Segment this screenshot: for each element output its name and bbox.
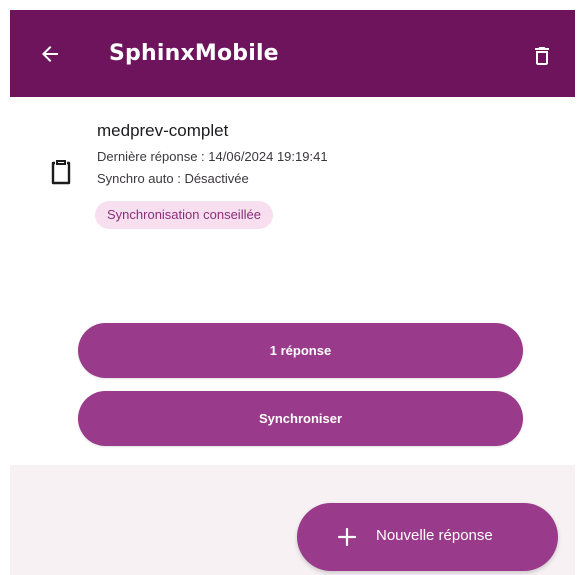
arrow-left-icon <box>42 46 58 62</box>
new-response-button[interactable]: Nouvelle réponse <box>297 503 558 571</box>
synchronize-button[interactable]: Synchroniser <box>78 391 523 446</box>
survey-name: medprev-complet <box>97 121 229 140</box>
responses-button-label: 1 réponse <box>269 343 332 358</box>
trash-icon <box>535 47 549 65</box>
responses-button[interactable]: 1 réponse <box>78 323 523 378</box>
survey-item[interactable]: medprev-complet Dernière réponse : 14/06… <box>10 97 575 247</box>
survey-card: medprev-complet Dernière réponse : 14/06… <box>10 97 575 465</box>
back-button[interactable] <box>32 36 68 72</box>
clipboard-icon <box>51 160 71 185</box>
new-response-label: Nouvelle réponse <box>376 527 493 544</box>
app-bar: SphinxMobile <box>10 10 575 97</box>
synchronize-button-label: Synchroniser <box>258 411 343 426</box>
app-title: SphinxMobile <box>109 41 279 66</box>
plus-icon <box>337 527 357 547</box>
auto-sync-status: Synchro auto : Désactivée <box>97 171 249 186</box>
last-response-date: Dernière réponse : 14/06/2024 19:19:41 <box>97 149 328 164</box>
app-screen: SphinxMobile medprev-complet Dernière ré… <box>10 10 575 575</box>
delete-button[interactable] <box>524 38 560 74</box>
sync-recommended-badge: Synchronisation conseillée <box>95 201 273 229</box>
